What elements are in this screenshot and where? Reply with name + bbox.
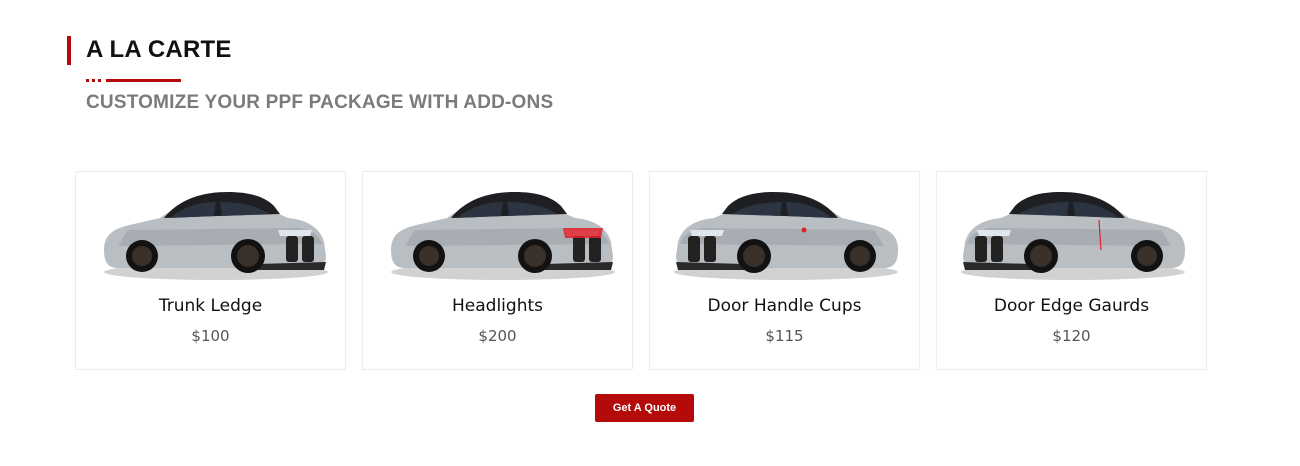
car-image-icon (672, 184, 904, 284)
addon-price: $100 (191, 327, 230, 345)
car-image-icon (98, 184, 330, 284)
car-image-icon (959, 184, 1191, 284)
section-title: A LA CARTE (86, 36, 232, 63)
addon-name: Headlights (452, 296, 543, 316)
addon-card-trunk-ledge[interactable]: Trunk Ledge $100 (75, 171, 346, 370)
addon-card-door-handle-cups[interactable]: Door Handle Cups $115 (649, 171, 920, 370)
car-image-icon (385, 184, 617, 284)
get-a-quote-button[interactable]: Get A Quote (595, 394, 694, 422)
addon-card-headlights[interactable]: Headlights $200 (362, 171, 633, 370)
title-accent-bar (67, 36, 71, 65)
addon-name: Door Handle Cups (707, 296, 862, 316)
addon-price: $200 (478, 327, 517, 345)
section-subtitle: CUSTOMIZE YOUR PPF PACKAGE WITH ADD-ONS (86, 92, 554, 113)
addon-price: $120 (1052, 327, 1091, 345)
title-divider (86, 79, 181, 82)
addon-cards: Trunk Ledge $100 Headlights $200 Door Ha… (75, 171, 1207, 370)
addon-price: $115 (765, 327, 804, 345)
addon-name: Door Edge Gaurds (993, 296, 1150, 316)
addon-card-door-edge-guards[interactable]: Door Edge Gaurds $120 (936, 171, 1207, 370)
addon-name: Trunk Ledge (158, 296, 263, 316)
